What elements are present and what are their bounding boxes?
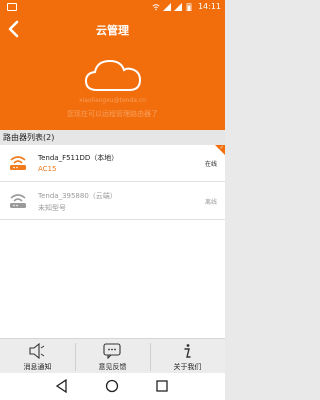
tab-label: 意见反馈 xyxy=(98,363,127,371)
bottom-tab-bar: 消息通知 意见反馈 关于我们 xyxy=(0,338,225,373)
notification-icon xyxy=(7,3,17,11)
recents-nav-icon[interactable] xyxy=(155,379,169,393)
wifi-router-icon xyxy=(10,156,26,170)
tab-notifications[interactable]: 消息通知 xyxy=(0,339,75,374)
app-screen: 14:11 云管理 xiaoliangxu@tenda.cn 您现在可以远程管理… xyxy=(0,0,225,400)
battery-icon xyxy=(186,2,192,11)
router-list: Tenda_F511DD（本地） AC15 在线 ✓ Tenda_395880（… xyxy=(0,145,225,338)
info-icon xyxy=(184,344,191,358)
router-item-local[interactable]: Tenda_F511DD（本地） AC15 在线 ✓ xyxy=(0,145,225,182)
feedback-icon xyxy=(103,343,121,359)
account-email: xiaoliangxu@tenda.cn xyxy=(79,97,146,104)
tab-feedback[interactable]: 意见反馈 xyxy=(75,339,150,374)
page-title: 云管理 xyxy=(96,24,129,37)
checkmark-icon: ✓ xyxy=(219,145,224,151)
home-nav-icon[interactable] xyxy=(105,379,119,393)
signal-icon xyxy=(162,2,171,11)
back-nav-icon[interactable] xyxy=(55,379,69,393)
header-subtitle: 您现在可以远程管理路由器了 xyxy=(67,110,158,118)
signal-icon-2 xyxy=(173,2,182,11)
speaker-icon xyxy=(29,343,45,359)
router-status: 在线 xyxy=(204,161,217,168)
status-icons: 14:11 xyxy=(152,2,221,11)
clock: 14:11 xyxy=(197,2,221,11)
wifi-router-icon xyxy=(10,194,26,208)
tab-label: 消息通知 xyxy=(23,363,52,371)
router-status: 离线 xyxy=(204,199,217,206)
wifi-icon xyxy=(152,3,160,10)
tab-label: 关于我们 xyxy=(173,363,202,371)
router-name: Tenda_395880（云端） xyxy=(38,192,117,200)
system-nav-bar xyxy=(0,373,225,400)
router-list-heading: 路由器列表(2) xyxy=(0,130,225,145)
router-model: 未知型号 xyxy=(38,204,66,212)
header: 云管理 xiaoliangxu@tenda.cn 您现在可以远程管理路由器了 xyxy=(0,14,225,130)
status-bar: 14:11 xyxy=(0,0,225,14)
router-model: AC15 xyxy=(38,165,57,173)
tab-about[interactable]: 关于我们 xyxy=(150,339,225,374)
router-item-cloud[interactable]: Tenda_395880（云端） 未知型号 离线 xyxy=(0,183,225,220)
router-name: Tenda_F511DD（本地） xyxy=(38,154,119,162)
cloud-icon xyxy=(84,59,142,91)
